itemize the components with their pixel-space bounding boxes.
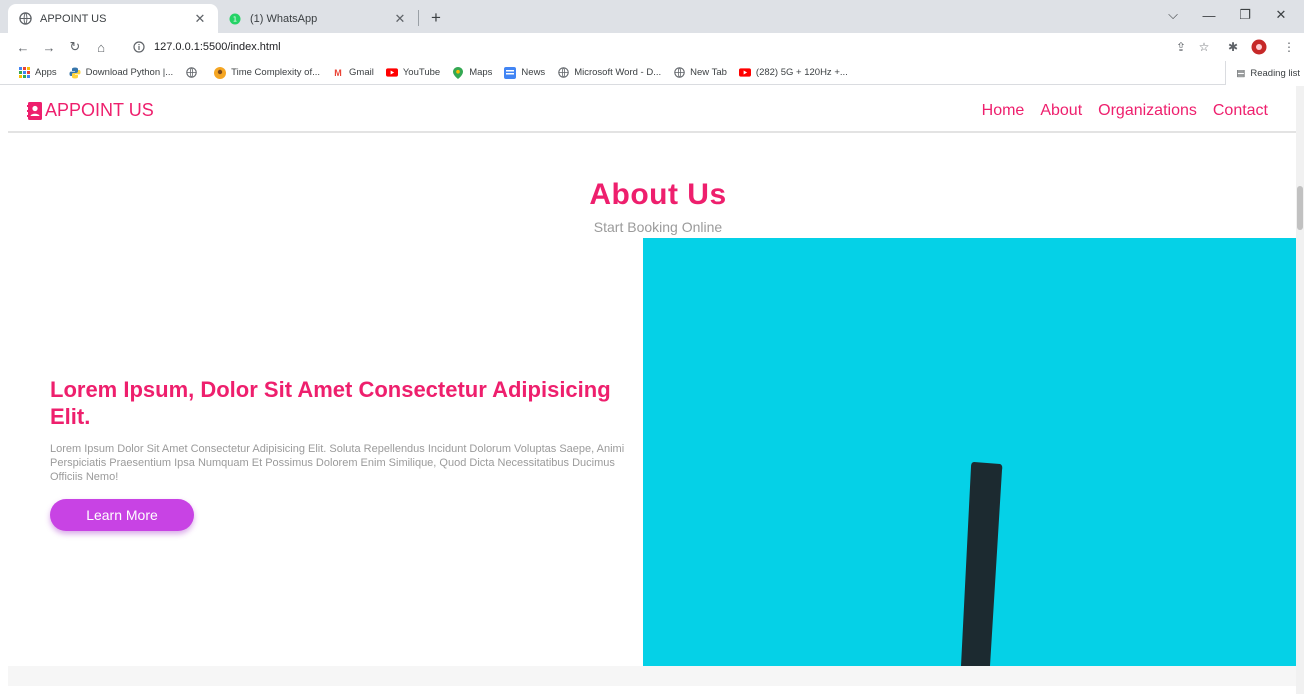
globe-icon [673, 67, 685, 79]
bookmark-maps[interactable]: Maps [452, 66, 493, 79]
page-section-divider [8, 666, 1296, 686]
reading-list-button[interactable]: ▤ Reading list [1225, 61, 1304, 85]
hero-text-block: Lorem Ipsum, Dolor Sit Amet Consectetur … [50, 376, 630, 531]
page-scrollbar[interactable] [1296, 86, 1304, 694]
home-icon[interactable]: ⌂ [92, 38, 110, 56]
tab-title: (1) WhatsApp [250, 12, 318, 25]
bookmark-label: Apps [35, 67, 57, 78]
gmail-icon: M [334, 67, 342, 78]
share-icon[interactable]: ⇪ [1172, 38, 1190, 56]
bookmark-label: (282) 5G + 120Hz +... [755, 67, 848, 78]
bookmark-label: New Tab [690, 67, 727, 78]
news-icon [504, 66, 517, 79]
tab-whatsapp[interactable]: 1 (1) WhatsApp ✕ [218, 4, 418, 33]
new-tab-button[interactable]: + [426, 8, 446, 28]
bookmark-label: Maps [469, 67, 493, 78]
bookmark-star-icon[interactable]: ☆ [1195, 38, 1213, 56]
bookmark-gmail[interactable]: M Gmail [332, 67, 374, 79]
bookmark-label: Download Python |... [85, 67, 174, 78]
about-image [643, 238, 1296, 666]
reading-list-icon: ▤ [1236, 67, 1246, 79]
back-arrow-icon[interactable]: ← [14, 38, 32, 56]
bookmarks-bar: Apps Download Python |... Time Complexit… [0, 61, 1304, 85]
bookmark-microsoft-word[interactable]: Microsoft Word - D... [557, 67, 661, 79]
youtube-icon [385, 67, 398, 79]
tab-appoint-us[interactable]: APPOINT US ✕ [8, 4, 218, 33]
url-text: 127.0.0.1:5500/index.html [154, 41, 281, 53]
bookmark-time-complexity[interactable]: Time Complexity of... [214, 66, 321, 79]
address-bar[interactable]: 127.0.0.1:5500/index.html [132, 36, 1152, 58]
address-book-icon [27, 101, 42, 120]
minimize-icon[interactable]: — [1191, 0, 1227, 30]
nav-contact[interactable]: Contact [1213, 102, 1268, 120]
reading-list-label: Reading list [1250, 67, 1300, 79]
bookmark-globe[interactable] [185, 67, 202, 79]
web-page: APPOINT US Home About Organizations Cont… [8, 86, 1296, 686]
nav-home[interactable]: Home [982, 102, 1025, 120]
bookmark-label: Time Complexity of... [231, 67, 321, 78]
globe-icon [185, 67, 197, 79]
browser-tabstrip: APPOINT US ✕ 1 (1) WhatsApp ✕ + ⌵ — ❐ ✕ [0, 0, 1304, 33]
info-icon[interactable] [132, 40, 146, 54]
site-header: APPOINT US Home About Organizations Cont… [8, 86, 1296, 133]
menu-kebab-icon[interactable]: ⋮ [1280, 38, 1298, 56]
bookmark-label: Gmail [349, 67, 374, 78]
bookmark-youtube[interactable]: YouTube [385, 67, 441, 79]
site-logo[interactable]: APPOINT US [27, 100, 154, 121]
svg-text:1: 1 [233, 15, 237, 23]
tab-title: APPOINT US [40, 12, 107, 25]
browser-toolbar: ← → ↻ ⌂ 127.0.0.1:5500/index.html ⇪ ☆ ✱ … [0, 33, 1304, 61]
extensions-puzzle-icon[interactable]: ✱ [1224, 38, 1242, 56]
globe-icon [557, 67, 569, 79]
about-title: About Us [589, 178, 727, 211]
maps-icon [452, 66, 464, 79]
bookmark-5g-video[interactable]: (282) 5G + 120Hz +... [738, 67, 848, 79]
bookmark-label: News [521, 67, 546, 78]
about-subtitle: Start Booking Online [593, 219, 723, 235]
bookmark-apps[interactable]: Apps [18, 67, 57, 79]
youtube-icon [738, 67, 751, 79]
window-close-icon[interactable]: ✕ [1263, 0, 1299, 30]
learn-more-button[interactable]: Learn More [50, 499, 194, 531]
maximize-icon[interactable]: ❐ [1227, 0, 1263, 30]
hero-body: Lorem Ipsum Dolor Sit Amet Consectetur A… [50, 443, 625, 483]
tab-search-chevron-down-icon[interactable]: ⌵ [1155, 0, 1191, 30]
globe-icon [18, 12, 32, 26]
bookmark-new-tab[interactable]: New Tab [673, 67, 727, 79]
scrollbar-thumb[interactable] [1297, 186, 1303, 230]
main-nav: Home About Organizations Contact [966, 102, 1268, 120]
close-icon[interactable]: ✕ [392, 11, 408, 27]
apps-grid-icon [18, 67, 30, 79]
python-icon [69, 67, 81, 79]
logo-text: APPOINT US [45, 100, 154, 120]
forward-arrow-icon[interactable]: → [40, 38, 58, 56]
bookmark-label: Microsoft Word - D... [574, 67, 662, 78]
nav-organizations[interactable]: Organizations [1098, 102, 1197, 120]
tab-separator [418, 10, 419, 26]
pen-illustration [643, 238, 1296, 666]
whatsapp-icon: 1 [228, 12, 242, 26]
bookmark-python[interactable]: Download Python |... [69, 67, 174, 79]
avatar-icon [214, 66, 227, 79]
bookmark-label: YouTube [402, 67, 441, 78]
bookmark-news[interactable]: News [504, 66, 546, 79]
nav-about[interactable]: About [1040, 102, 1082, 120]
hero-heading: Lorem Ipsum, Dolor Sit Amet Consectetur … [50, 377, 611, 429]
profile-avatar-icon[interactable] [1250, 38, 1268, 56]
reload-icon[interactable]: ↻ [66, 38, 84, 56]
close-icon[interactable]: ✕ [192, 11, 208, 27]
